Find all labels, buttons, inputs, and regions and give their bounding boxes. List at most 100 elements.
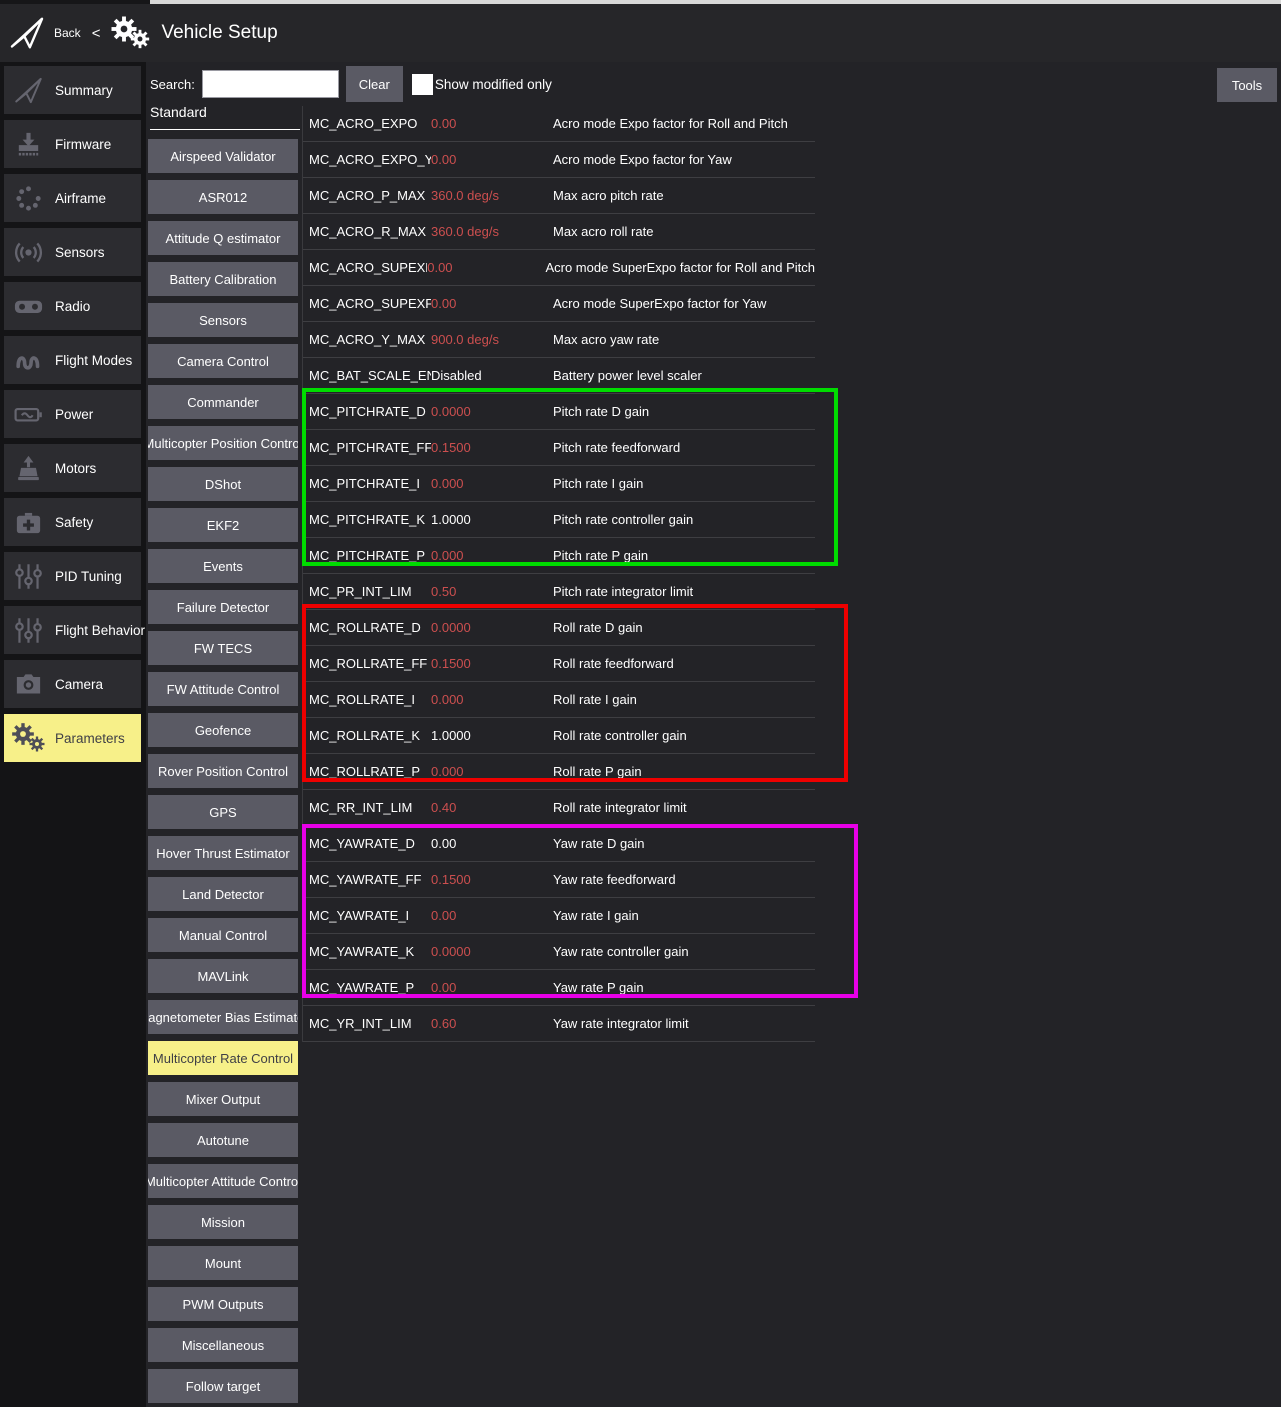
param-name: MC_ACRO_EXPO_Y xyxy=(303,152,431,167)
param-description: Acro mode SuperExpo factor for Roll and … xyxy=(545,260,815,275)
group-item-camera-control[interactable]: Camera Control xyxy=(148,344,298,378)
param-row-MC_YAWRATE_K[interactable]: MC_YAWRATE_K0.0000Yaw rate controller ga… xyxy=(303,934,815,970)
group-item-gps[interactable]: GPS xyxy=(148,795,298,829)
param-row-MC_YAWRATE_P[interactable]: MC_YAWRATE_P0.00Yaw rate P gain xyxy=(303,970,815,1006)
param-row-MC_ROLLRATE_FF[interactable]: MC_ROLLRATE_FF0.1500Roll rate feedforwar… xyxy=(303,646,815,682)
group-item-asr012[interactable]: ASR012 xyxy=(148,180,298,214)
param-row-MC_ACRO_EXPO_Y[interactable]: MC_ACRO_EXPO_Y0.00Acro mode Expo factor … xyxy=(303,142,815,178)
sidebar-item-pid-tuning[interactable]: PID Tuning xyxy=(4,552,141,600)
group-item-pwm-outputs[interactable]: PWM Outputs xyxy=(148,1287,298,1321)
back-button[interactable]: Back xyxy=(0,14,81,52)
param-row-MC_PITCHRATE_D[interactable]: MC_PITCHRATE_D0.0000Pitch rate D gain xyxy=(303,394,815,430)
tools-button[interactable]: Tools xyxy=(1217,68,1277,102)
group-item-attitude-q-estimator[interactable]: Attitude Q estimator xyxy=(148,221,298,255)
group-item-manual-control[interactable]: Manual Control xyxy=(148,918,298,952)
sidebar-item-parameters[interactable]: Parameters xyxy=(4,714,141,762)
param-value: 0.00 xyxy=(431,836,553,851)
group-item-mount[interactable]: Mount xyxy=(148,1246,298,1280)
group-item-commander[interactable]: Commander xyxy=(148,385,298,419)
topbar: Back < Vehicle Setup xyxy=(0,4,1281,62)
group-item-rover-position-control[interactable]: Rover Position Control xyxy=(148,754,298,788)
sliders-icon xyxy=(4,555,52,597)
group-item-mission[interactable]: Mission xyxy=(148,1205,298,1239)
sidebar-item-camera[interactable]: Camera xyxy=(4,660,141,708)
param-value: 0.0000 xyxy=(431,620,553,635)
param-row-MC_PITCHRATE_FF[interactable]: MC_PITCHRATE_FF0.1500Pitch rate feedforw… xyxy=(303,430,815,466)
param-value: Disabled xyxy=(431,368,553,383)
param-row-MC_BAT_SCALE_EN[interactable]: MC_BAT_SCALE_ENDisabledBattery power lev… xyxy=(303,358,815,394)
param-value: 0.1500 xyxy=(431,656,553,671)
group-item-fw-tecs[interactable]: FW TECS xyxy=(148,631,298,665)
param-row-MC_ROLLRATE_P[interactable]: MC_ROLLRATE_P0.000Roll rate P gain xyxy=(303,754,815,790)
group-item-multicopter-rate-control[interactable]: Multicopter Rate Control xyxy=(148,1041,298,1075)
param-value: 0.1500 xyxy=(431,440,553,455)
param-name: MC_YR_INT_LIM xyxy=(303,1016,431,1031)
group-item-hover-thrust-estimator[interactable]: Hover Thrust Estimator xyxy=(148,836,298,870)
param-description: Yaw rate controller gain xyxy=(553,944,815,959)
search-input[interactable] xyxy=(202,70,339,98)
sidebar-item-flight-modes[interactable]: Flight Modes xyxy=(4,336,141,384)
param-description: Roll rate I gain xyxy=(553,692,815,707)
param-row-MC_PITCHRATE_I[interactable]: MC_PITCHRATE_I0.000Pitch rate I gain xyxy=(303,466,815,502)
param-description: Max acro yaw rate xyxy=(553,332,815,347)
group-item-fw-attitude-control[interactable]: FW Attitude Control xyxy=(148,672,298,706)
group-item-events[interactable]: Events xyxy=(148,549,298,583)
param-row-MC_ACRO_EXPO[interactable]: MC_ACRO_EXPO0.00Acro mode Expo factor fo… xyxy=(303,106,815,142)
group-item-geofence[interactable]: Geofence xyxy=(148,713,298,747)
param-row-MC_ACRO_SUPEXPO[interactable]: MC_ACRO_SUPEXPO0.00Acro mode SuperExpo f… xyxy=(303,250,815,286)
group-item-magnetometer-bias-estimator[interactable]: Magnetometer Bias Estimator xyxy=(148,1000,298,1034)
sidebar-item-summary[interactable]: Summary xyxy=(4,66,141,114)
group-item-multicopter-position-control[interactable]: Multicopter Position Control xyxy=(148,426,298,460)
param-row-MC_ACRO_SUPEXPOY[interactable]: MC_ACRO_SUPEXPOY0.00Acro mode SuperExpo … xyxy=(303,286,815,322)
show-modified-checkbox[interactable] xyxy=(412,74,433,95)
param-row-MC_YAWRATE_D[interactable]: MC_YAWRATE_D0.00Yaw rate D gain xyxy=(303,826,815,862)
group-item-battery-calibration[interactable]: Battery Calibration xyxy=(148,262,298,296)
param-description: Pitch rate I gain xyxy=(553,476,815,491)
group-item-land-detector[interactable]: Land Detector xyxy=(148,877,298,911)
sidebar-item-flight-behavior[interactable]: Flight Behavior xyxy=(4,606,141,654)
group-item-dshot[interactable]: DShot xyxy=(148,467,298,501)
param-name: MC_PITCHRATE_FF xyxy=(303,440,431,455)
group-item-multicopter-attitude-control[interactable]: Multicopter Attitude Control xyxy=(148,1164,298,1198)
group-item-mixer-output[interactable]: Mixer Output xyxy=(148,1082,298,1116)
group-item-sensors[interactable]: Sensors xyxy=(148,303,298,337)
param-description: Max acro pitch rate xyxy=(553,188,815,203)
sidebar-item-radio[interactable]: Radio xyxy=(4,282,141,330)
param-value: 0.1500 xyxy=(431,872,553,887)
group-item-follow-target[interactable]: Follow target xyxy=(148,1369,298,1403)
gears-icon xyxy=(4,717,52,759)
group-item-ekf2[interactable]: EKF2 xyxy=(148,508,298,542)
param-row-MC_ROLLRATE_I[interactable]: MC_ROLLRATE_I0.000Roll rate I gain xyxy=(303,682,815,718)
sidebar-item-safety[interactable]: Safety xyxy=(4,498,141,546)
group-item-failure-detector[interactable]: Failure Detector xyxy=(148,590,298,624)
param-row-MC_ACRO_P_MAX[interactable]: MC_ACRO_P_MAX360.0 deg/sMax acro pitch r… xyxy=(303,178,815,214)
group-item-mavlink[interactable]: MAVLink xyxy=(148,959,298,993)
param-value: 0.60 xyxy=(431,1016,553,1031)
param-row-MC_ACRO_R_MAX[interactable]: MC_ACRO_R_MAX360.0 deg/sMax acro roll ra… xyxy=(303,214,815,250)
param-row-MC_YR_INT_LIM[interactable]: MC_YR_INT_LIM0.60Yaw rate integrator lim… xyxy=(303,1006,815,1042)
clear-button[interactable]: Clear xyxy=(346,66,403,102)
param-row-MC_PITCHRATE_P[interactable]: MC_PITCHRATE_P0.000Pitch rate P gain xyxy=(303,538,815,574)
group-item-airspeed-validator[interactable]: Airspeed Validator xyxy=(148,139,298,173)
group-item-miscellaneous[interactable]: Miscellaneous xyxy=(148,1328,298,1362)
param-row-MC_YAWRATE_FF[interactable]: MC_YAWRATE_FF0.1500Yaw rate feedforward xyxy=(303,862,815,898)
sidebar-item-power[interactable]: Power xyxy=(4,390,141,438)
param-row-MC_ROLLRATE_D[interactable]: MC_ROLLRATE_D0.0000Roll rate D gain xyxy=(303,610,815,646)
param-row-MC_RR_INT_LIM[interactable]: MC_RR_INT_LIM0.40Roll rate integrator li… xyxy=(303,790,815,826)
back-label: Back xyxy=(54,26,81,40)
sidebar-item-firmware[interactable]: Firmware xyxy=(4,120,141,168)
param-row-MC_ROLLRATE_K[interactable]: MC_ROLLRATE_K1.0000Roll rate controller … xyxy=(303,718,815,754)
param-row-MC_PR_INT_LIM[interactable]: MC_PR_INT_LIM0.50Pitch rate integrator l… xyxy=(303,574,815,610)
param-value: 0.00 xyxy=(431,296,553,311)
param-name: MC_YAWRATE_P xyxy=(303,980,431,995)
param-row-MC_YAWRATE_I[interactable]: MC_YAWRATE_I0.00Yaw rate I gain xyxy=(303,898,815,934)
sidebar-item-motors[interactable]: Motors xyxy=(4,444,141,492)
show-modified-label: Show modified only xyxy=(435,77,552,92)
param-value: 360.0 deg/s xyxy=(431,188,553,203)
param-row-MC_ACRO_Y_MAX[interactable]: MC_ACRO_Y_MAX900.0 deg/sMax acro yaw rat… xyxy=(303,322,815,358)
sidebar-item-sensors[interactable]: Sensors xyxy=(4,228,141,276)
group-item-autotune[interactable]: Autotune xyxy=(148,1123,298,1157)
param-value: 1.0000 xyxy=(431,512,553,527)
sidebar-item-airframe[interactable]: Airframe xyxy=(4,174,141,222)
param-row-MC_PITCHRATE_K[interactable]: MC_PITCHRATE_K1.0000Pitch rate controlle… xyxy=(303,502,815,538)
